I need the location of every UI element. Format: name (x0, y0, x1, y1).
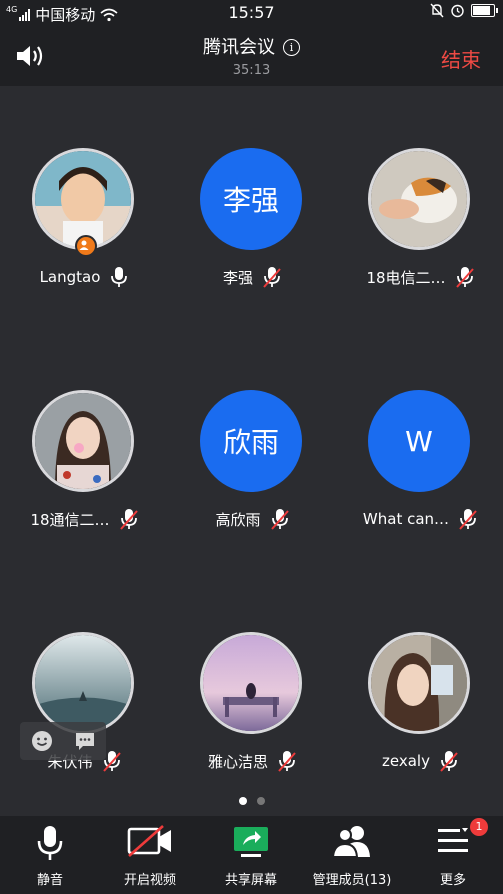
video-label: 开启视频 (123, 873, 176, 888)
microphone-muted-icon (278, 751, 296, 772)
share-screen-button[interactable]: 共享屏幕 (201, 816, 301, 894)
name-row: 高欣雨 (168, 508, 336, 530)
floating-toolbar (20, 722, 106, 760)
participant-tile[interactable]: Langtao (0, 86, 168, 326)
info-icon[interactable]: i (283, 39, 300, 56)
members-label: 管理成员(13) (312, 873, 392, 888)
members-icon (331, 826, 370, 858)
name-row: 雅心洁思 (168, 750, 336, 772)
participant-name: 18通信二… (30, 510, 110, 529)
avatar: 李强 (200, 148, 302, 250)
video-off-icon (127, 825, 171, 857)
end-meeting-button[interactable]: 结束 (441, 44, 481, 73)
participant-name: zexaly (382, 752, 430, 770)
meeting-duration: 35:13 (232, 63, 271, 78)
participant-name: 高欣雨 (215, 510, 261, 529)
avatar (32, 632, 134, 734)
bottom-toolbar: 静音 开启视频 共享屏幕 管理成员(13) 1 更多 (0, 816, 503, 894)
participant-name: Langtao (39, 268, 101, 286)
microphone-muted-icon (455, 267, 474, 288)
host-badge (75, 235, 97, 257)
avatar (200, 632, 302, 734)
alarm-icon (451, 4, 464, 18)
title-block: 腾讯会议 i 35:13 (0, 33, 503, 78)
microphone-muted-icon (263, 267, 281, 288)
notification-badge: 1 (470, 818, 488, 836)
participant-tile[interactable]: 18电信二… (336, 86, 503, 326)
battery-icon (471, 4, 498, 17)
chat-icon[interactable] (73, 729, 97, 753)
start-video-button[interactable]: 开启视频 (100, 816, 200, 894)
name-row: 18电信二… (336, 266, 503, 288)
mute-button[interactable]: 静音 (0, 816, 100, 894)
name-row: 李强 (168, 266, 336, 288)
microphone-icon (111, 267, 128, 287)
microphone-muted-icon (270, 509, 289, 530)
meeting-title[interactable]: 腾讯会议 (203, 37, 275, 58)
meeting-header: 腾讯会议 i 35:13 结束 (0, 26, 503, 86)
status-bar: 4G 中国移动 15:57 (0, 0, 503, 26)
avatar (368, 632, 470, 734)
name-row: zexaly (336, 750, 503, 772)
participant-grid: Langtao 李强 李强 18电信二… 18通信二… 欣雨 高欣雨 W Wha… (0, 86, 503, 816)
share-label: 共享屏幕 (224, 873, 277, 888)
participant-name: 雅心洁思 (207, 752, 268, 771)
participant-tile[interactable]: W What can… (336, 328, 503, 568)
microphone-muted-icon (440, 751, 458, 772)
participant-tile[interactable]: 欣雨 高欣雨 (168, 328, 336, 568)
manage-members-button[interactable]: 管理成员(13) (302, 816, 402, 894)
page-dot-active[interactable] (238, 797, 247, 805)
participant-tile[interactable]: 18通信二… (0, 328, 168, 568)
menu-icon (438, 828, 468, 852)
participant-tile[interactable]: zexaly (336, 570, 503, 810)
participant-name: 李强 (222, 268, 253, 287)
status-right (430, 3, 498, 18)
participant-name: What can… (362, 510, 450, 528)
clock: 15:57 (228, 3, 275, 22)
silent-bell-icon (430, 3, 444, 18)
participant-tile[interactable]: 雅心洁思 (168, 570, 336, 810)
name-row: Langtao (0, 266, 168, 288)
mute-label: 静音 (36, 873, 63, 888)
avatar: W (368, 390, 470, 492)
participant-tile[interactable]: 朱伏伟 (0, 570, 168, 810)
page-indicator (0, 797, 503, 805)
participant-name: 18电信二… (366, 268, 446, 287)
emoji-icon[interactable] (30, 729, 54, 753)
microphone-icon (37, 826, 63, 860)
microphone-muted-icon (459, 509, 477, 530)
participant-tile[interactable]: 李强 李强 (168, 86, 336, 326)
name-row: What can… (336, 508, 503, 530)
name-row: 18通信二… (0, 508, 168, 530)
more-button[interactable]: 1 更多 (403, 816, 503, 894)
page-dot[interactable] (256, 797, 265, 805)
avatar: 欣雨 (200, 390, 302, 492)
avatar (368, 148, 470, 250)
avatar (32, 390, 134, 492)
more-label: 更多 (439, 873, 466, 888)
share-screen-icon (234, 827, 268, 857)
microphone-muted-icon (119, 509, 138, 530)
